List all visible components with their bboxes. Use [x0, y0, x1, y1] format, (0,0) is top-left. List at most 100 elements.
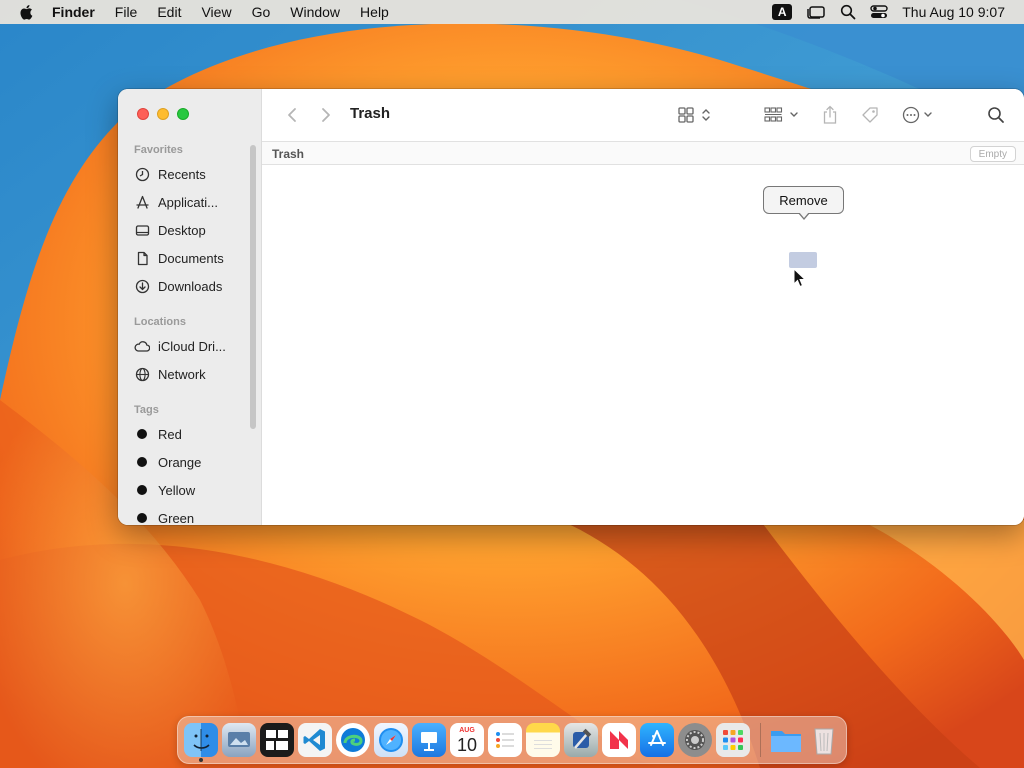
keynote-podium-icon [421, 732, 437, 751]
mouse-pointer-icon [793, 268, 807, 288]
sidebar-item-tag-yellow[interactable]: Yellow [134, 479, 252, 501]
close-window-button[interactable] [137, 108, 149, 120]
dock-finder[interactable] [184, 723, 218, 762]
share-button[interactable] [818, 103, 842, 127]
tag-icon [862, 107, 878, 123]
search-icon [988, 107, 1004, 123]
sidebar-item-network[interactable]: Network [134, 363, 252, 385]
sidebar-item-recents[interactable]: Recents [134, 163, 252, 185]
sidebar-item-label: Network [158, 366, 206, 382]
finder-face-icon [193, 729, 210, 751]
dock-downloads-folder[interactable] [769, 723, 803, 757]
edge-browser-icon [341, 728, 365, 752]
sidebar-item-desktop[interactable]: Desktop [134, 219, 252, 241]
dock-xcode[interactable] [564, 723, 598, 757]
tags-button[interactable] [858, 103, 882, 127]
cloud-icon [134, 338, 150, 354]
sidebar-item-label: Red [158, 426, 182, 442]
dock-launchpad[interactable] [716, 723, 750, 757]
sidebar-item-tag-red[interactable]: Red [134, 423, 252, 445]
chevron-left-icon [288, 108, 296, 122]
stage-manager-icon[interactable] [806, 4, 826, 20]
sidebar-item-icloud-drive[interactable]: iCloud Dri... [134, 335, 252, 357]
menubar-clock[interactable]: Thu Aug 10 9:07 [902, 4, 1005, 20]
dock-trash[interactable] [807, 723, 841, 757]
menu-help[interactable]: Help [360, 4, 389, 20]
running-indicator [199, 758, 203, 762]
back-button[interactable] [282, 103, 302, 127]
sidebar-item-downloads[interactable]: Downloads [134, 275, 252, 297]
sidebar-item-label: Green [158, 510, 195, 526]
trash-can-icon [814, 728, 834, 755]
menu-go[interactable]: Go [252, 4, 271, 20]
control-center-icon[interactable] [870, 4, 888, 20]
sidebar-item-label: Recents [158, 166, 206, 182]
dock-system-settings[interactable] [678, 723, 712, 757]
file-list-area[interactable]: Remove [262, 165, 1024, 525]
group-grid-icon [764, 107, 798, 122]
calendar-month: AUG [459, 727, 475, 734]
group-by-button[interactable] [762, 103, 802, 127]
sidebar-item-documents[interactable]: Documents [134, 247, 252, 269]
empty-trash-button[interactable]: Empty [969, 146, 1016, 162]
sidebar-heading-tags: Tags [134, 404, 159, 416]
sidebar-item-tag-green[interactable]: Green [134, 507, 252, 525]
minimize-window-button[interactable] [157, 108, 169, 120]
icon-view-grid-icon [678, 107, 710, 123]
input-source-indicator[interactable]: A [772, 4, 793, 20]
notes-icon [534, 740, 552, 749]
dock-calendar[interactable]: AUG 10 [450, 723, 484, 757]
dock-edge[interactable] [336, 723, 370, 757]
windows-grid-icon [266, 730, 288, 750]
zoom-window-button[interactable] [177, 108, 189, 120]
applications-icon [134, 194, 150, 210]
menu-file[interactable]: File [115, 4, 138, 20]
tag-dot-icon [137, 457, 147, 467]
menu-window[interactable]: Window [290, 4, 340, 20]
chevron-right-icon [322, 108, 330, 122]
forward-button[interactable] [316, 103, 336, 127]
window-controls [137, 108, 197, 120]
trash-label: Trash [272, 147, 305, 161]
view-mode-button[interactable] [676, 103, 716, 127]
dock-keynote[interactable] [412, 723, 446, 757]
dock-separator [760, 723, 761, 757]
download-icon [134, 278, 150, 294]
compass-icon [379, 728, 403, 752]
menu-finder[interactable]: Finder [52, 4, 95, 20]
sidebar-item-tag-orange[interactable]: Orange [134, 451, 252, 473]
sidebar-item-applications[interactable]: Applicati... [134, 191, 252, 213]
apple-logo-icon[interactable] [18, 3, 36, 21]
app-store-icon [648, 730, 666, 746]
toolbar: Trash [262, 89, 1024, 141]
tag-dot-icon [137, 513, 147, 523]
menu-edit[interactable]: Edit [157, 4, 181, 20]
sidebar-item-label: Yellow [158, 482, 196, 498]
menu-view[interactable]: View [201, 4, 231, 20]
search-button[interactable] [984, 103, 1008, 127]
more-actions-button[interactable] [900, 103, 940, 127]
dock-notes[interactable] [526, 723, 560, 757]
clock-icon [134, 166, 150, 182]
sidebar-heading-favorites: Favorites [134, 144, 183, 156]
sidebar-scrollbar[interactable] [250, 145, 256, 429]
gear-icon [685, 730, 705, 750]
dock-vscode[interactable] [298, 723, 332, 757]
sidebar-item-label: Desktop [158, 222, 206, 238]
dock-mission-control[interactable] [260, 723, 294, 757]
remove-tooltip: Remove [763, 186, 844, 220]
sidebar: Favorites Recents Applicati... Desktop D… [118, 89, 262, 525]
spotlight-search-icon[interactable] [840, 4, 856, 20]
news-icon [610, 731, 628, 749]
dock-app-store[interactable] [640, 723, 674, 757]
vscode-icon [303, 729, 325, 751]
dragged-item-thumbnail[interactable] [789, 252, 817, 268]
reminders-list-icon [496, 732, 514, 748]
dock-news[interactable] [602, 723, 636, 757]
share-icon [823, 105, 837, 124]
dock-preview[interactable] [222, 723, 256, 757]
dock-safari[interactable] [374, 723, 408, 757]
menu-bar: Finder File Edit View Go Window Help A T… [0, 0, 1024, 24]
trash-header-bar: Trash Empty [262, 141, 1024, 165]
dock-reminders[interactable] [488, 723, 522, 757]
